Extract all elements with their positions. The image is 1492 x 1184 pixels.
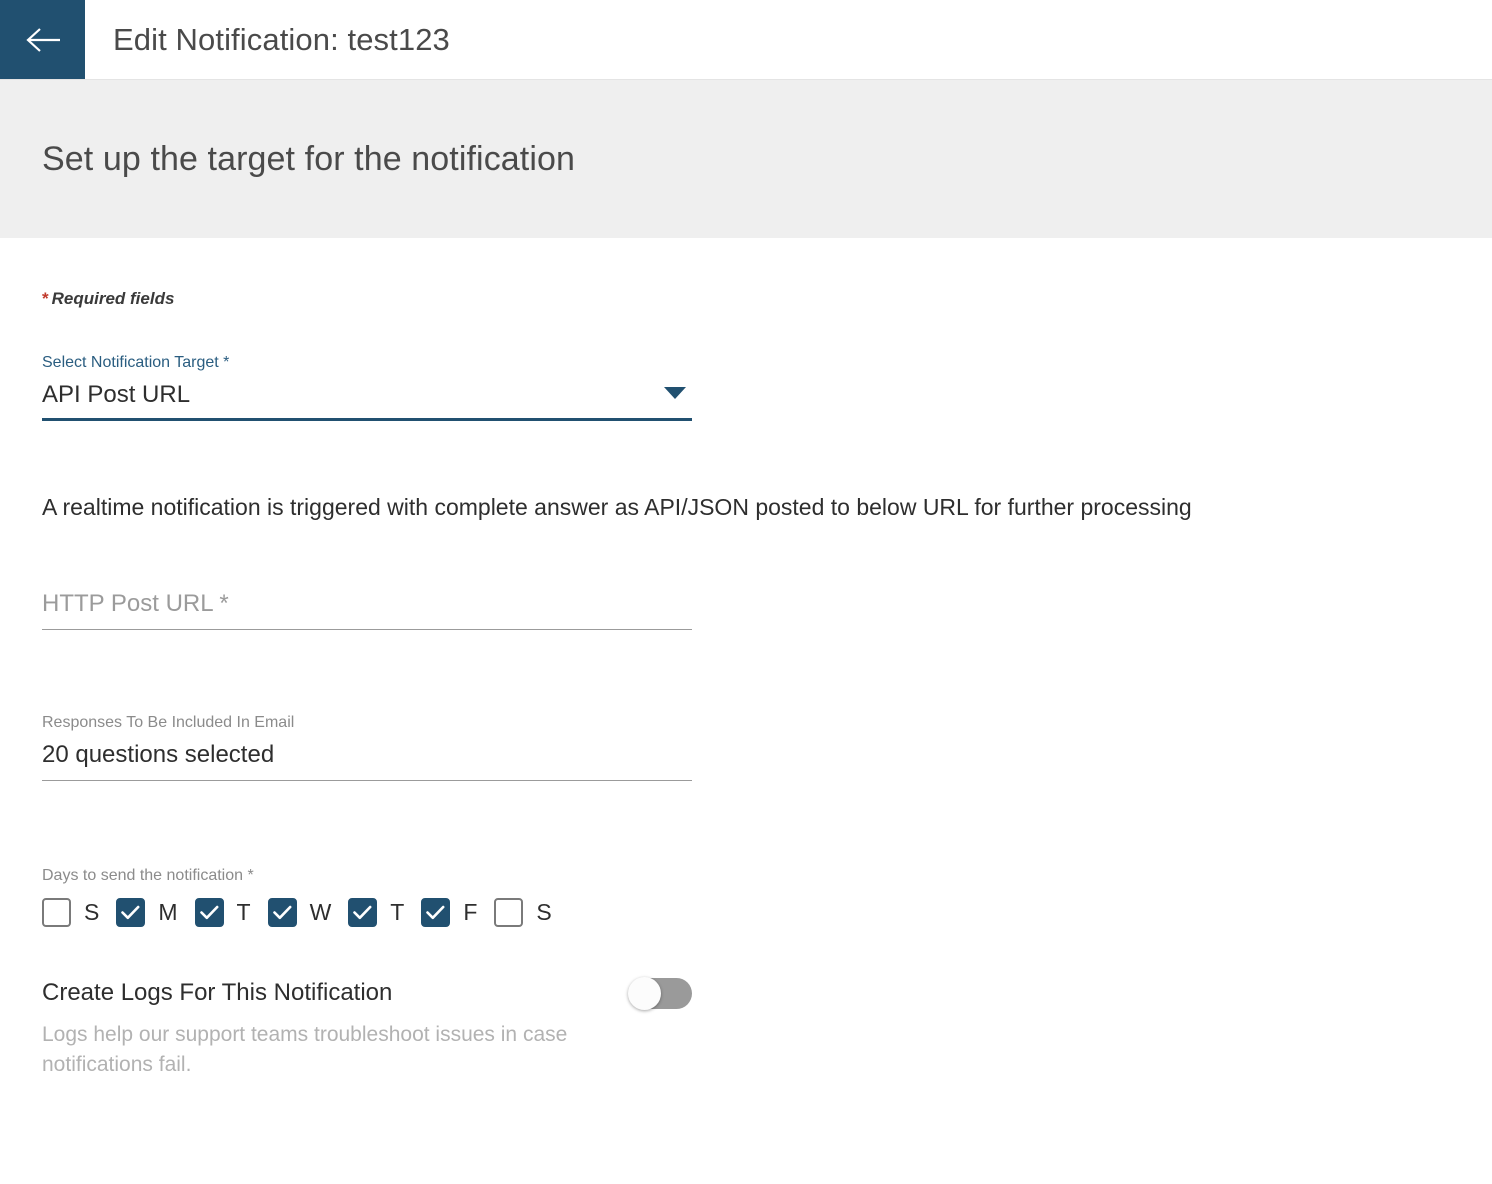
http-post-url-input[interactable] — [42, 589, 692, 620]
section-banner: Set up the target for the notification — [0, 79, 1492, 238]
day-item-friday[interactable]: F — [421, 898, 478, 928]
day-item-monday[interactable]: M — [116, 898, 178, 928]
day-label-monday: M — [158, 899, 178, 926]
toggle-knob — [628, 977, 661, 1011]
target-description: A realtime notification is triggered wit… — [42, 494, 1192, 521]
days-checkbox-row: S M T W T F S — [42, 898, 1450, 928]
day-label-sunday: S — [84, 899, 100, 926]
required-asterisk: * — [42, 289, 49, 308]
page-title: Edit Notification: test123 — [113, 21, 450, 57]
day-item-thursday[interactable]: T — [348, 898, 405, 928]
create-logs-help-text: Logs help our support teams troubleshoot… — [42, 1023, 568, 1077]
create-logs-toggle[interactable] — [628, 977, 692, 1011]
day-label-saturday: S — [536, 899, 552, 926]
responses-included-label: Responses To Be Included In Email — [42, 714, 295, 732]
notification-target-form: * Required fields Select Notification Tar… — [0, 290, 1492, 1080]
checkbox-wednesday[interactable] — [267, 898, 297, 928]
required-fields-label: Required fields — [51, 289, 175, 308]
field-http-post-url — [42, 589, 692, 631]
chevron-down-icon — [664, 387, 686, 400]
notification-target-value: API Post URL — [42, 380, 191, 408]
field-days-to-send: Days to send the notification * S M T W … — [42, 867, 1450, 928]
create-logs-label: Create Logs For This Notification — [42, 979, 393, 1007]
create-logs-row: Create Logs For This Notification — [42, 977, 692, 1011]
checkbox-tuesday[interactable] — [194, 898, 224, 928]
day-item-wednesday[interactable]: W — [267, 898, 332, 928]
day-label-tuesday: T — [236, 899, 251, 926]
checkbox-sunday[interactable] — [42, 898, 71, 928]
back-button[interactable] — [0, 0, 85, 79]
checkbox-friday[interactable] — [421, 898, 451, 928]
notification-target-label: Select Notification Target * — [42, 354, 230, 371]
checkbox-monday[interactable] — [116, 898, 146, 928]
day-label-friday: F — [463, 899, 478, 926]
days-to-send-label: Days to send the notification * — [42, 866, 254, 884]
banner-title: Set up the target for the notification — [42, 139, 576, 178]
checkbox-thursday[interactable] — [348, 898, 378, 928]
arrow-left-icon — [24, 26, 62, 54]
checkbox-saturday[interactable] — [494, 898, 524, 928]
day-item-saturday[interactable]: S — [494, 898, 552, 928]
top-bar: Edit Notification: test123 — [0, 0, 1492, 79]
field-responses-included[interactable]: Responses To Be Included In Email 20 que… — [42, 714, 692, 781]
day-label-thursday: T — [390, 899, 405, 926]
field-notification-target: Select Notification Target * API Post UR… — [42, 354, 1450, 422]
day-item-tuesday[interactable]: T — [194, 898, 251, 928]
notification-target-select[interactable]: API Post URL — [42, 381, 692, 422]
field-create-logs: Create Logs For This Notification Logs h… — [42, 977, 1450, 1080]
responses-included-value: 20 questions selected — [42, 740, 275, 768]
required-fields-note: * Required fields — [42, 290, 1450, 307]
day-item-sunday[interactable]: S — [42, 898, 100, 928]
day-label-wednesday: W — [309, 899, 332, 926]
